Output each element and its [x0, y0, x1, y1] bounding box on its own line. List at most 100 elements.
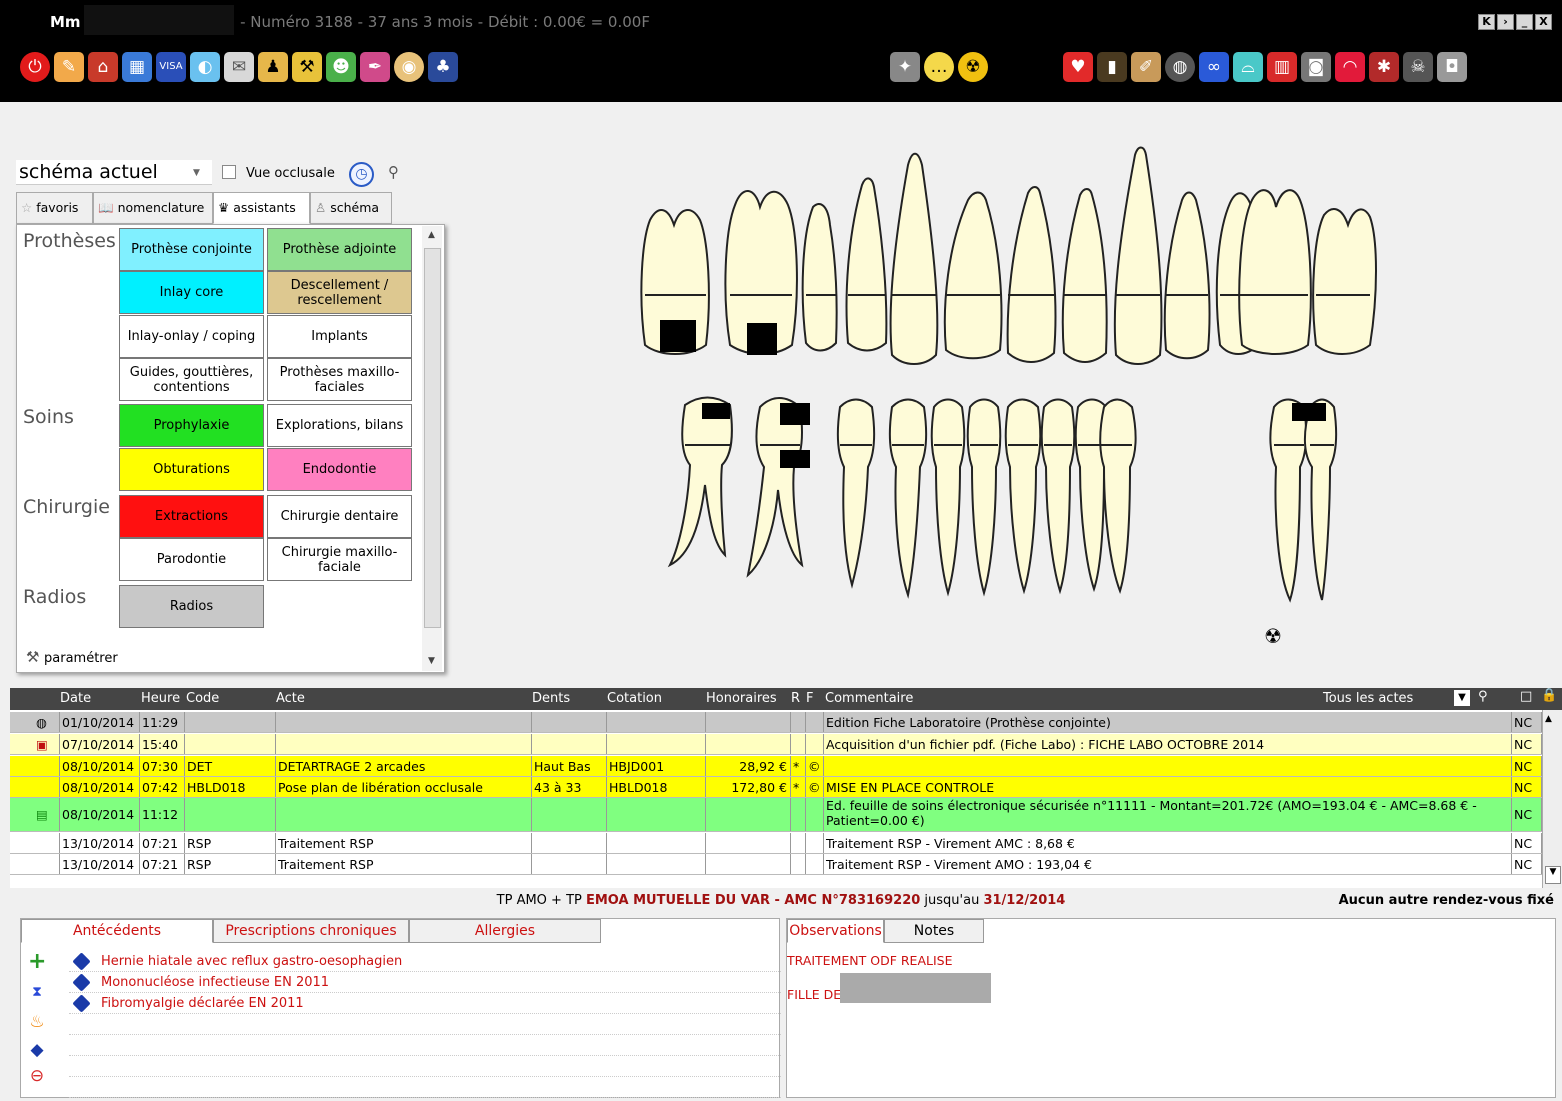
tab-schema[interactable]: ♙ schéma — [310, 192, 392, 224]
parametrer-link[interactable]: paramétrer — [44, 651, 118, 666]
tab-assistants[interactable]: ♛ assistants — [213, 192, 310, 224]
prothese-adjointe-button[interactable]: Prothèse adjointe — [267, 228, 412, 271]
lips-icon[interactable]: ◠ — [1335, 52, 1365, 82]
magic-wand-icon[interactable]: ✦ — [890, 52, 920, 82]
tab-favoris[interactable]: ☆ favoris — [16, 192, 93, 224]
scroll-up-icon[interactable]: ▲ — [428, 230, 435, 240]
table-row[interactable]: 08/10/2014 07:42 HBLD018 Pose plan de libér… — [10, 777, 1542, 798]
dental-chart[interactable] — [630, 145, 1390, 615]
forward-button[interactable]: › — [1497, 14, 1514, 30]
maximize-icon[interactable]: □ — [1520, 689, 1532, 704]
table-row[interactable]: 08/10/2014 07:30 DET DETARTRAGE 2 arcades Ha… — [10, 756, 1542, 777]
tooth-filter-icon[interactable]: ⚲ — [1478, 689, 1488, 704]
explorations-button[interactable]: Explorations, bilans — [267, 404, 412, 447]
chirurgie-dentaire-button[interactable]: Chirurgie dentaire — [267, 495, 412, 538]
chevron-down-icon[interactable]: ▼ — [193, 168, 200, 178]
pills-icon[interactable]: ◐ — [190, 52, 220, 82]
col-acte[interactable]: Acte — [276, 691, 305, 706]
table-row[interactable]: ▤ 08/10/2014 11:12 Ed. feuille de soins éle… — [10, 798, 1542, 832]
col-f[interactable]: F — [806, 691, 813, 706]
add-icon[interactable]: + — [28, 951, 46, 973]
scroll-down-icon[interactable]: ▼ — [428, 656, 435, 666]
prothese-conjointe-button[interactable]: Prothèse conjointe — [119, 228, 264, 271]
radiation-icon[interactable]: ☢ — [1264, 624, 1282, 648]
back-button[interactable]: K — [1478, 14, 1495, 30]
home-icon[interactable]: ⌂ — [88, 52, 118, 82]
schema-select[interactable]: schéma actuel — [16, 160, 212, 185]
glasses-icon[interactable]: ∞ — [1199, 52, 1229, 82]
col-date[interactable]: Date — [60, 691, 91, 706]
col-honoraires[interactable]: Honoraires — [706, 691, 777, 706]
drill-icon[interactable]: ⚒ — [292, 52, 322, 82]
tab-notes[interactable]: Notes — [884, 919, 984, 943]
globe-icon[interactable]: ◍ — [1165, 52, 1195, 82]
radios-button[interactable]: Radios — [119, 585, 264, 628]
protheses-maxillo-button[interactable]: Prothèses maxillo-faciales — [267, 358, 412, 401]
tab-prescriptions[interactable]: Prescriptions chroniques — [213, 919, 409, 943]
tooth-icon[interactable]: ⌓ — [1233, 52, 1263, 82]
clock-icon[interactable]: ◷ — [349, 162, 374, 187]
col-code[interactable]: Code — [186, 691, 219, 706]
obturations-button[interactable]: Obturations — [119, 448, 264, 491]
power-icon[interactable]: ⏻ — [20, 52, 50, 82]
descellement-button[interactable]: Descellement / rescellement — [267, 271, 412, 314]
tablet-icon[interactable]: ▮ — [1097, 52, 1127, 82]
bug-icon[interactable]: ✱ — [1369, 52, 1399, 82]
heart-icon[interactable]: ♥ — [1063, 52, 1093, 82]
list-item[interactable]: Fibromyalgie déclarée EN 2011 — [69, 993, 781, 1014]
list-item[interactable]: Mononucléose infectieuse EN 2011 — [69, 972, 781, 993]
remove-icon[interactable]: ⊖ — [28, 1066, 46, 1086]
guides-button[interactable]: Guides, gouttières, contentions — [119, 358, 264, 401]
pencil-icon[interactable]: ✎ — [54, 52, 84, 82]
fire-icon[interactable]: ♨ — [28, 1012, 46, 1032]
table-row[interactable]: ▣ 07/10/2014 15:40 Acquisition d'un fichier… — [10, 734, 1542, 755]
tab-allergies[interactable]: Allergies — [409, 919, 601, 943]
col-dents[interactable]: Dents — [532, 691, 570, 706]
visa-card-icon[interactable]: VISA — [156, 52, 186, 82]
family-icon[interactable]: ♣ — [428, 52, 458, 82]
table-row[interactable]: ◍ 01/10/2014 11:29 Edition Fiche Laboratoir… — [10, 712, 1542, 733]
table-row[interactable]: 13/10/2014 07:21 RSP Traitement RSP Traiteme… — [10, 833, 1542, 854]
prophylaxie-button[interactable]: Prophylaxie — [119, 404, 264, 447]
worker-icon[interactable]: ♟ — [258, 52, 288, 82]
disc-icon[interactable]: ◉ — [394, 52, 424, 82]
pen-icon[interactable]: ✒ — [360, 52, 390, 82]
brush-icon[interactable]: ✐ — [1131, 52, 1161, 82]
filter-dropdown-icon[interactable]: ▼ — [1454, 690, 1470, 706]
inlay-core-button[interactable]: Inlay core — [119, 271, 264, 314]
inlay-onlay-button[interactable]: Inlay-onlay / coping — [119, 315, 264, 358]
scroll-thumb[interactable] — [424, 248, 441, 628]
chirurgie-maxillo-button[interactable]: Chirurgie maxillo-faciale — [267, 538, 412, 581]
col-cotation[interactable]: Cotation — [607, 691, 662, 706]
col-commentaire[interactable]: Commentaire — [825, 691, 913, 706]
implants-button[interactable]: Implants — [267, 315, 412, 358]
lock-icon[interactable]: 🔒 — [1541, 688, 1557, 703]
tab-nomenclature[interactable]: 📖 nomenclature — [93, 192, 213, 224]
tooth-filter-icon[interactable]: ⚲ — [388, 163, 399, 181]
mail-icon[interactable]: ✉ — [224, 52, 254, 82]
skull-icon[interactable]: ☠ — [1403, 52, 1433, 82]
col-heure[interactable]: Heure — [141, 691, 180, 706]
tab-antecedents[interactable]: Antécédents — [21, 919, 213, 943]
acts-scrollbar[interactable]: ▲ ▼ — [1542, 710, 1562, 888]
scroll-down-icon[interactable]: ▼ — [1545, 866, 1561, 884]
vue-occlusale-checkbox[interactable] — [222, 165, 236, 179]
book-icon[interactable]: ◆ — [28, 1040, 46, 1060]
list-item[interactable]: Hernie hiatale avec reflux gastro-oesoph… — [69, 951, 781, 972]
col-r[interactable]: R — [791, 691, 800, 706]
scroll-up-icon[interactable]: ▲ — [1545, 714, 1552, 724]
people-icon[interactable]: ☻ — [326, 52, 356, 82]
close-button[interactable]: X — [1535, 14, 1552, 30]
tab-observations[interactable]: Observations — [787, 919, 884, 943]
parodontie-button[interactable]: Parodontie — [119, 538, 264, 581]
endodontie-button[interactable]: Endodontie — [267, 448, 412, 491]
hourglass-icon[interactable]: ⧗ — [28, 982, 46, 1002]
camera-device-icon[interactable]: ◙ — [1301, 52, 1331, 82]
table-row[interactable]: 13/10/2014 07:21 RSP Traitement RSP Traiteme… — [10, 854, 1542, 875]
minimize-button[interactable]: _ — [1516, 14, 1533, 30]
radiation-icon[interactable]: ☢ — [958, 52, 988, 82]
teeth-icon[interactable]: ▥ — [1267, 52, 1297, 82]
agenda-icon[interactable]: ▦ — [122, 52, 152, 82]
extractions-button[interactable]: Extractions — [119, 495, 264, 538]
tools-icon[interactable]: ⚒ — [26, 648, 39, 666]
